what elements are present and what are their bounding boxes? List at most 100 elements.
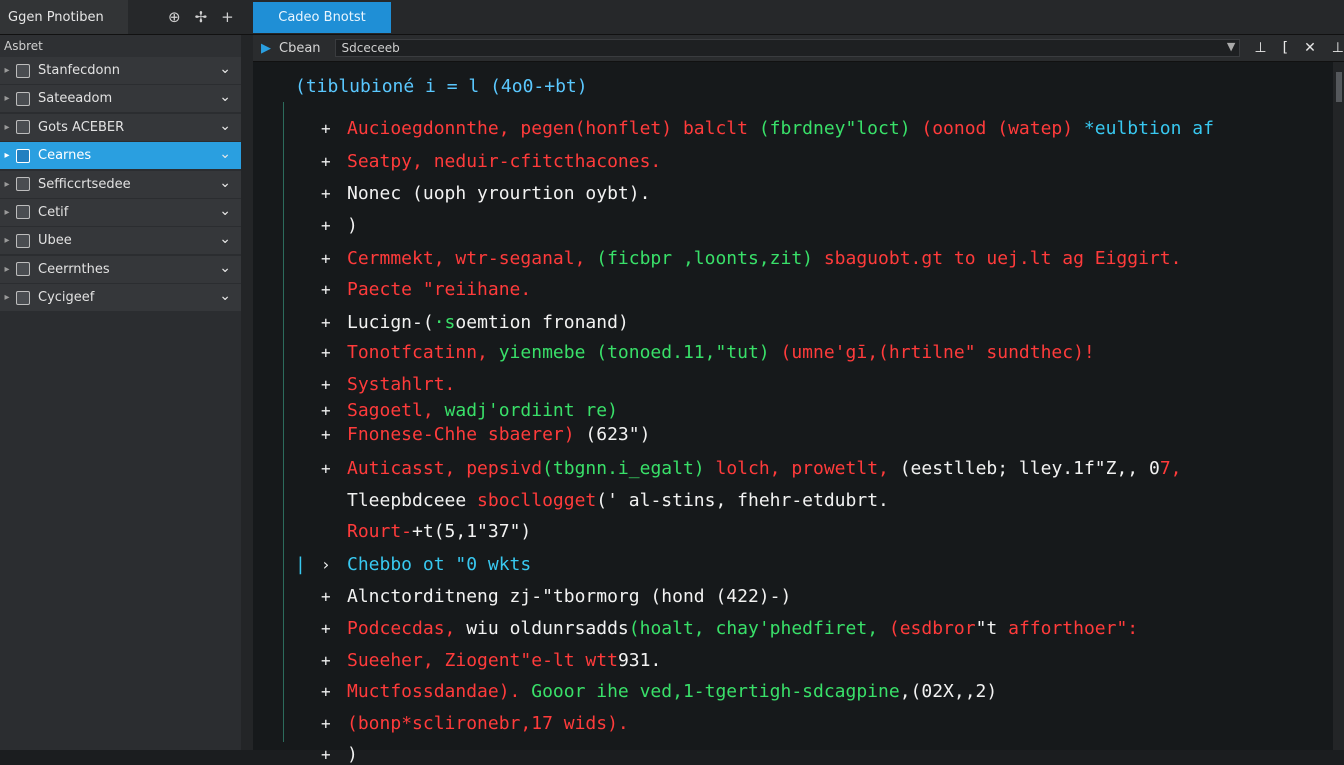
code-token: ): [347, 744, 358, 765]
sidebar-item[interactable]: ▸ Sateeadom ⌄: [0, 85, 241, 113]
chevron-down-icon[interactable]: ⌄: [219, 260, 231, 276]
expand-icon[interactable]: ▸: [0, 122, 14, 133]
code-line[interactable]: Cermmekt, wtr-seganal, (ficbpr ,loonts,z…: [347, 248, 1181, 269]
code-line[interactable]: Muctfossdandae). Gooor ihe ved,1-tgertig…: [347, 681, 997, 702]
sidebar-item[interactable]: ▸ Cetif ⌄: [0, 198, 241, 226]
sidebar-item[interactable]: ▸ Ceerrnthes ⌄: [0, 255, 241, 283]
code-token: yienmebe (tonoed.11,"tut): [498, 342, 770, 363]
code-line[interactable]: Tleepbdceee sbocllogget(' al-stins, fheh…: [347, 490, 889, 511]
code-line[interactable]: Auticasst, pepsivd(tbgnn.i_egalt) lolch,…: [347, 458, 1182, 479]
sidebar-item-label: Ceerrnthes: [38, 261, 110, 277]
bullet-icon: +: [321, 619, 331, 638]
code-line[interactable]: Chebbo ot "0 wkts: [347, 554, 531, 575]
code-token: Podcecdas,: [347, 618, 467, 639]
expand-icon[interactable]: ▸: [0, 65, 14, 76]
bracket-icon[interactable]: [: [1283, 40, 1288, 56]
plus-icon[interactable]: +: [221, 8, 234, 26]
top-toolbar: ⊕ ✢ +: [168, 0, 234, 34]
sidebar-header: Asbret: [0, 35, 241, 57]
gear-icon[interactable]: ⊕: [168, 8, 181, 26]
chevron-down-icon[interactable]: ⌄: [219, 231, 231, 247]
code-line[interactable]: Tonotfcatinn, yienmebe (tonoed.11,"tut) …: [347, 342, 1095, 363]
bullet-icon: +: [321, 152, 331, 171]
code-line[interactable]: Fnonese-Chhe sbaerer) (623"): [347, 424, 650, 445]
code-line[interactable]: Systahlrt.: [347, 374, 455, 395]
path-field[interactable]: Sdceceeb ▼: [334, 39, 1241, 57]
sidebar-item-label: Gots ACEBER: [38, 119, 125, 135]
code-token: *sclironebr,17 wids).: [401, 713, 629, 734]
chart-icon: [16, 148, 30, 163]
chevron-down-icon[interactable]: ⌄: [219, 89, 231, 105]
sidebar-item[interactable]: ▸ Ubee ⌄: [0, 227, 241, 255]
run-icon[interactable]: ▶: [261, 41, 271, 56]
code-token: 7,: [1159, 458, 1182, 479]
code-token: Nonec (uoph yrourtion oybt).: [347, 183, 651, 204]
code-line[interactable]: Podcecdas, wiu oldunrsadds(hoalt, chay'p…: [347, 618, 1138, 639]
code-token: (umne'gī,(hrtilne" sundthec)!: [769, 342, 1095, 363]
chevron-down-icon[interactable]: ⌄: [219, 288, 231, 304]
code-token: *eulbtion af: [1073, 118, 1214, 139]
code-token: (eestlleb;: [888, 458, 1009, 479]
expand-icon[interactable]: ▸: [0, 207, 14, 218]
scrollbar[interactable]: [1333, 62, 1344, 750]
code-token: Cermmekt, wtr-seganal,: [347, 248, 597, 269]
chevron-down-icon[interactable]: ⌄: [219, 146, 231, 162]
code-token: (oonod (watep): [910, 118, 1074, 139]
editor-tab[interactable]: Cadeo Bnotst: [253, 2, 391, 33]
top-bar: Ggen Pnotiben ⊕ ✢ + Cadeo Bnotst: [0, 0, 1344, 35]
editor-toolbar: ▶ Cbean Sdceceeb ▼ ⊥ [ ✕ ⊥: [253, 35, 1344, 62]
code-token: Seatpy, neduir-cfitcthacones.: [347, 151, 662, 172]
chevron-down-icon[interactable]: ⌄: [219, 175, 231, 191]
expand-icon[interactable]: ▸: [0, 264, 14, 275]
open-label[interactable]: Cbean: [279, 41, 321, 56]
expand-icon[interactable]: ▸: [0, 179, 14, 190]
code-line[interactable]: Nonec (uoph yrourtion oybt).: [347, 183, 650, 204]
close-icon[interactable]: ✕: [1304, 40, 1316, 56]
code-editor[interactable]: (tiblubioné i = l (4o0-+bt) + Aucioegdonn…: [253, 62, 1333, 765]
sidebar-item[interactable]: ▸ Sefficcrtsedee ⌄: [0, 170, 241, 198]
chevron-down-icon[interactable]: ⌄: [219, 203, 231, 219]
sidebar-item[interactable]: ▸ Gots ACEBER ⌄: [0, 113, 241, 141]
code-line[interactable]: ): [347, 744, 358, 765]
code-token: sbocllogget: [477, 490, 597, 511]
chevron-down-icon[interactable]: ⌄: [219, 61, 231, 77]
code-line[interactable]: Alnctorditneng zj-"tbormorg (hond (422)-…: [347, 586, 791, 607]
code-line[interactable]: Sagoetl, wadj'ordiint re): [347, 400, 618, 421]
expand-icon[interactable]: ▸: [0, 93, 14, 104]
expand-icon[interactable]: ▸: [0, 292, 14, 303]
bullet-icon: +: [321, 587, 331, 606]
code-token: Rourt-: [347, 521, 413, 542]
sidebar-list: ▸ Stanfecdonn ⌄ ▸ Sateeadom ⌄ ▸ Gots ACEBER ⌄ ▸ Ce…: [0, 57, 241, 312]
code-line[interactable]: (bonp*sclironebr,17 wids).: [347, 713, 629, 734]
sidebar-splitter[interactable]: [241, 35, 253, 750]
code-line[interactable]: Rourt-+t(5,1"37"): [347, 521, 531, 542]
expand-icon[interactable]: ▸: [0, 150, 14, 161]
pin-icon[interactable]: ⊥: [1332, 40, 1344, 56]
code-line[interactable]: Seatpy, neduir-cfitcthacones.: [347, 151, 661, 172]
code-token: 931.: [617, 650, 662, 671]
code-token: +t(5,1"37"): [412, 521, 532, 542]
code-line[interactable]: Aucioegdonnthe, pegen(honflet) balclt (f…: [347, 118, 1214, 139]
code-token: Tonotfcatinn,: [347, 342, 499, 363]
code-line[interactable]: Sueeher, Ziogent"e-lt wtt931.: [347, 650, 661, 671]
sidebar: Asbret ▸ Stanfecdonn ⌄ ▸ Sateeadom ⌄ ▸ Gots ACE…: [0, 35, 241, 750]
code-token: (fbrdney"loct): [758, 118, 911, 139]
chevron-down-icon[interactable]: ⌄: [219, 118, 231, 134]
chevron-down-icon[interactable]: ▼: [1227, 40, 1235, 53]
code-token: (hoalt, chay'phedfiret,: [628, 618, 879, 639]
pin-icon[interactable]: ✢: [195, 8, 208, 26]
code-line[interactable]: Lucign-(·soemtion fronand): [347, 312, 629, 333]
scroll-thumb[interactable]: [1336, 72, 1342, 102]
bullet-icon: +: [321, 280, 331, 299]
code-token: lley.1f"Z,, 0: [1008, 458, 1160, 479]
pin-icon[interactable]: ⊥: [1254, 40, 1266, 56]
bullet-icon: +: [321, 343, 331, 362]
sidebar-item[interactable]: ▸ Stanfecdonn ⌄: [0, 57, 241, 84]
code-line[interactable]: ): [347, 215, 358, 236]
file-icon: [16, 205, 30, 220]
code-line[interactable]: Paecte "reiihane.: [347, 279, 531, 300]
expand-icon[interactable]: ▸: [0, 235, 14, 246]
sidebar-item[interactable]: ▸ Cearnes ⌄: [0, 142, 241, 170]
app-tab[interactable]: Ggen Pnotiben: [0, 0, 128, 34]
sidebar-item[interactable]: ▸ Cycigeef ⌄: [0, 284, 241, 312]
